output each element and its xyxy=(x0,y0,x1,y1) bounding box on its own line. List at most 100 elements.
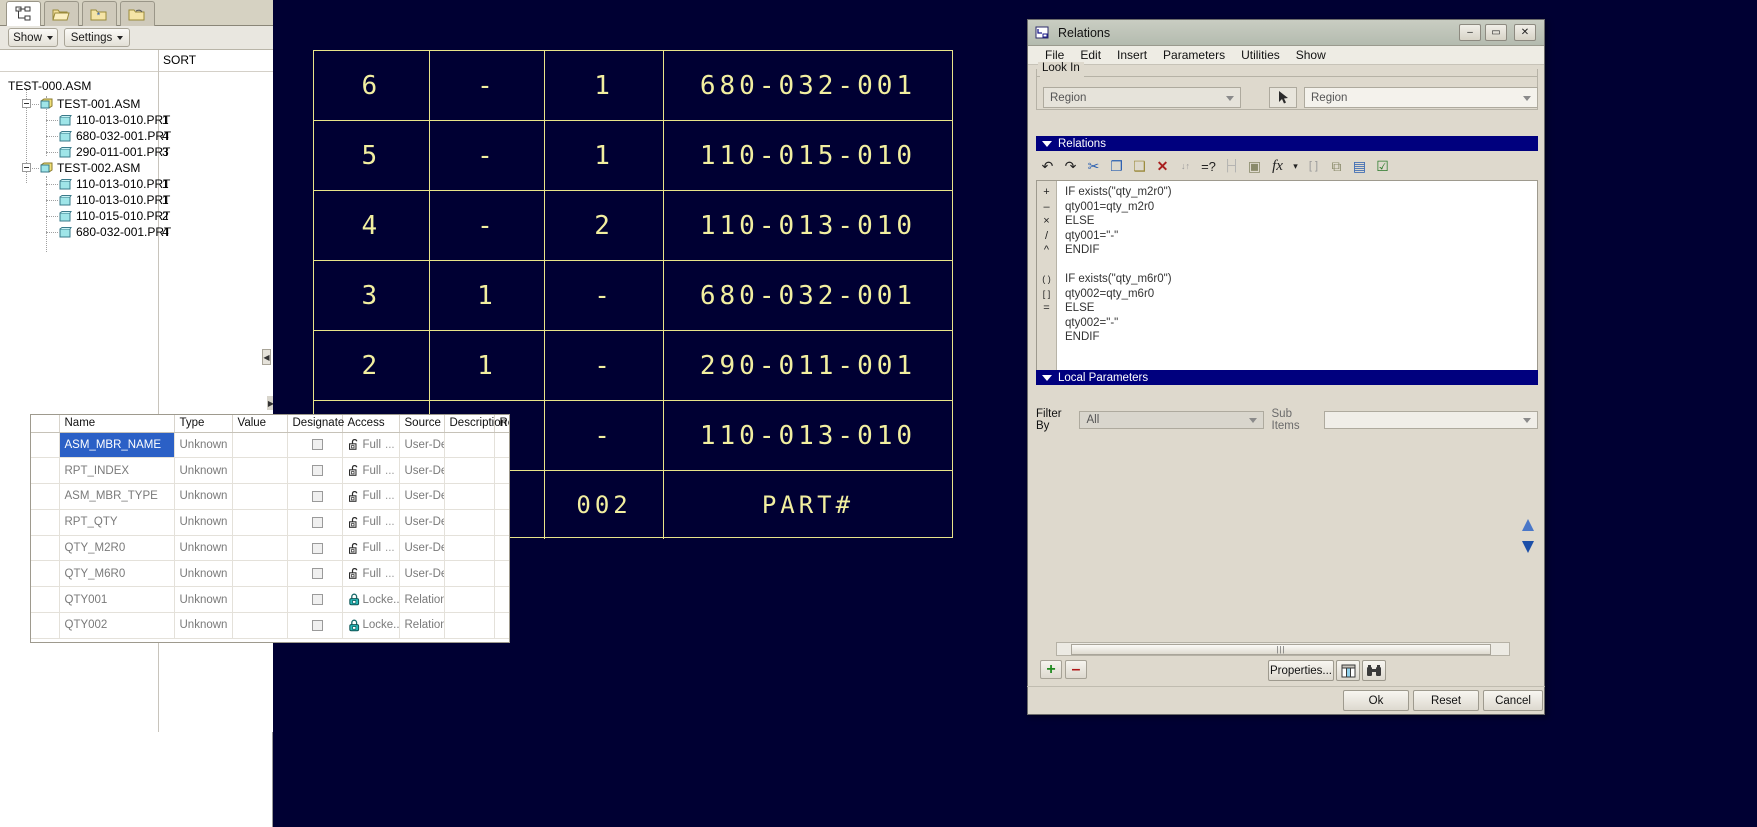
operator-multiply[interactable]: × xyxy=(1037,214,1056,229)
parameter-row[interactable]: QTY002 Unknown Locke... Relation xyxy=(31,612,509,639)
favorites-tab[interactable]: * xyxy=(82,1,117,26)
row-selector-cell[interactable] xyxy=(31,432,60,459)
param-res-cell[interactable] xyxy=(494,432,509,459)
param-source-cell[interactable]: Relation xyxy=(399,586,445,614)
param-source-cell[interactable]: User-Defi... xyxy=(399,432,445,459)
param-type-cell[interactable]: Unknown xyxy=(174,509,233,536)
maximize-button[interactable]: ▭ xyxy=(1485,24,1507,41)
param-description-cell[interactable] xyxy=(444,535,495,562)
bom-row[interactable]: 4 - 2 110-013-010 xyxy=(314,191,952,261)
param-value-cell[interactable] xyxy=(232,483,288,510)
param-designate-cell[interactable] xyxy=(287,612,343,639)
tree-row-part[interactable]: 680-032-001.PRT 4 xyxy=(0,224,273,240)
col-header-source[interactable]: Source xyxy=(399,415,445,433)
operator-minus[interactable]: – xyxy=(1037,200,1056,215)
column-header-sort[interactable]: SORT xyxy=(163,53,196,67)
find-button[interactable] xyxy=(1362,660,1386,681)
designate-checkbox[interactable] xyxy=(311,594,323,606)
param-res-cell[interactable] xyxy=(494,457,509,485)
tree-row-test-000[interactable]: TEST-000.ASM xyxy=(0,78,273,94)
hscroll-thumb[interactable]: ||| xyxy=(1071,644,1491,655)
operator-power[interactable]: ^ xyxy=(1037,243,1056,258)
access-more[interactable]: ... xyxy=(385,568,395,580)
param-description-cell[interactable] xyxy=(444,483,495,510)
select-object-button[interactable] xyxy=(1269,87,1297,108)
operator-divide[interactable]: / xyxy=(1037,229,1056,244)
ok-button[interactable]: Ok xyxy=(1343,690,1409,711)
param-name-cell[interactable]: ASM_MBR_TYPE xyxy=(59,483,175,510)
remove-parameter-button[interactable]: – xyxy=(1065,660,1087,679)
row-selector-cell[interactable] xyxy=(31,457,60,485)
properties-button[interactable]: Properties... xyxy=(1268,660,1334,681)
param-res-cell[interactable] xyxy=(494,483,509,510)
relations-text-content[interactable]: IF exists("qty_m2r0") qty001=qty_m2r0 EL… xyxy=(1057,181,1537,381)
param-access-cell[interactable]: Full... xyxy=(342,535,400,562)
param-access-cell[interactable]: Full... xyxy=(342,509,400,536)
column-divider[interactable] xyxy=(158,50,159,72)
tree-row-test-002[interactable]: TEST-002.ASM xyxy=(0,160,273,176)
operator-parens[interactable]: ( ) xyxy=(1037,272,1056,287)
operator-brackets[interactable]: [ ] xyxy=(1037,287,1056,302)
bom-row[interactable]: 6 - 1 680-032-001 xyxy=(314,51,952,121)
tree-row-part[interactable]: 680-032-001.PRT 4 xyxy=(0,128,273,144)
tree-expander-icon[interactable] xyxy=(22,99,31,108)
tree-row-part[interactable]: 290-011-001.PRT 3 xyxy=(0,144,273,160)
minimize-button[interactable]: – xyxy=(1459,24,1481,41)
param-access-cell[interactable]: Full... xyxy=(342,560,400,588)
parameters-icon[interactable]: ▤ xyxy=(1348,155,1371,177)
menu-show[interactable]: Show xyxy=(1288,46,1334,64)
look-in-type-combo[interactable]: Region xyxy=(1043,87,1241,108)
designate-checkbox[interactable] xyxy=(311,516,323,528)
row-selector-cell[interactable] xyxy=(31,560,60,588)
param-value-cell[interactable] xyxy=(232,457,288,485)
folder-browser-tab[interactable] xyxy=(44,1,79,26)
param-type-cell[interactable]: Unknown xyxy=(174,560,233,588)
param-type-cell[interactable]: Unknown xyxy=(174,483,233,510)
param-res-cell[interactable] xyxy=(494,612,509,639)
param-designate-cell[interactable] xyxy=(287,586,343,614)
tree-row-part[interactable]: 110-015-010.PRT 2 xyxy=(0,208,273,224)
copy-icon[interactable]: ❐ xyxy=(1105,155,1128,177)
param-source-cell[interactable]: Relation xyxy=(399,612,445,639)
param-designate-cell[interactable] xyxy=(287,483,343,510)
show-button[interactable]: Show xyxy=(8,28,58,47)
tree-row-test-001[interactable]: TEST-001.ASM xyxy=(0,96,273,112)
designate-checkbox[interactable] xyxy=(311,619,323,631)
col-header-designate[interactable]: Designate xyxy=(287,415,344,433)
cut-icon[interactable]: ✂ xyxy=(1082,155,1105,177)
parameters-vertical-scroll[interactable] xyxy=(1520,513,1536,575)
columns-button[interactable] xyxy=(1336,660,1360,681)
add-parameter-button[interactable]: + xyxy=(1040,660,1062,679)
col-header-name[interactable]: Name xyxy=(59,415,175,433)
param-access-cell[interactable]: Full... xyxy=(342,432,400,459)
param-res-cell[interactable] xyxy=(494,509,509,536)
param-description-cell[interactable] xyxy=(444,432,495,459)
bom-row[interactable]: 5 - 1 110-015-010 xyxy=(314,121,952,191)
param-access-cell[interactable]: Locke... xyxy=(342,586,400,614)
param-description-cell[interactable] xyxy=(444,457,495,485)
verify-relations-icon[interactable]: =? xyxy=(1197,155,1220,177)
units-icon[interactable]: ⧉ xyxy=(1325,155,1348,177)
delete-icon[interactable]: ✕ xyxy=(1151,155,1174,177)
parameter-row[interactable]: QTY_M2R0UnknownFull...User-Defi... xyxy=(31,535,509,562)
param-source-cell[interactable]: User-Defi... xyxy=(399,509,445,536)
param-value-cell[interactable] xyxy=(232,586,288,614)
param-type-cell[interactable]: Unknown xyxy=(174,586,233,614)
operator-plus[interactable]: + xyxy=(1037,185,1056,200)
param-res-cell[interactable] xyxy=(494,560,509,588)
redo-icon[interactable]: ↷ xyxy=(1059,155,1082,177)
param-type-cell[interactable]: Unknown xyxy=(174,535,233,562)
tree-row-part[interactable]: 110-013-010.PRT 1 xyxy=(0,112,273,128)
dialog-titlebar[interactable]: Relations – ▭ ✕ xyxy=(1028,20,1544,46)
row-selector-cell[interactable] xyxy=(31,612,60,639)
param-name-cell[interactable]: QTY_M2R0 xyxy=(59,535,175,562)
paste-icon[interactable]: ❑ xyxy=(1128,155,1151,177)
tree-row-part[interactable]: 110-013-010.PRT 1 xyxy=(0,176,273,192)
local-parameters-section-header[interactable]: Local Parameters xyxy=(1036,370,1538,385)
menu-utilities[interactable]: Utilities xyxy=(1233,46,1288,64)
switch-dimensions-icon[interactable]: ▣ xyxy=(1243,155,1266,177)
param-access-cell[interactable]: Full... xyxy=(342,483,400,510)
row-selector-cell[interactable] xyxy=(31,509,60,536)
param-source-cell[interactable]: User-Defi... xyxy=(399,483,445,510)
parameters-table[interactable]: Name Type Value Designate Access Source … xyxy=(30,414,510,643)
